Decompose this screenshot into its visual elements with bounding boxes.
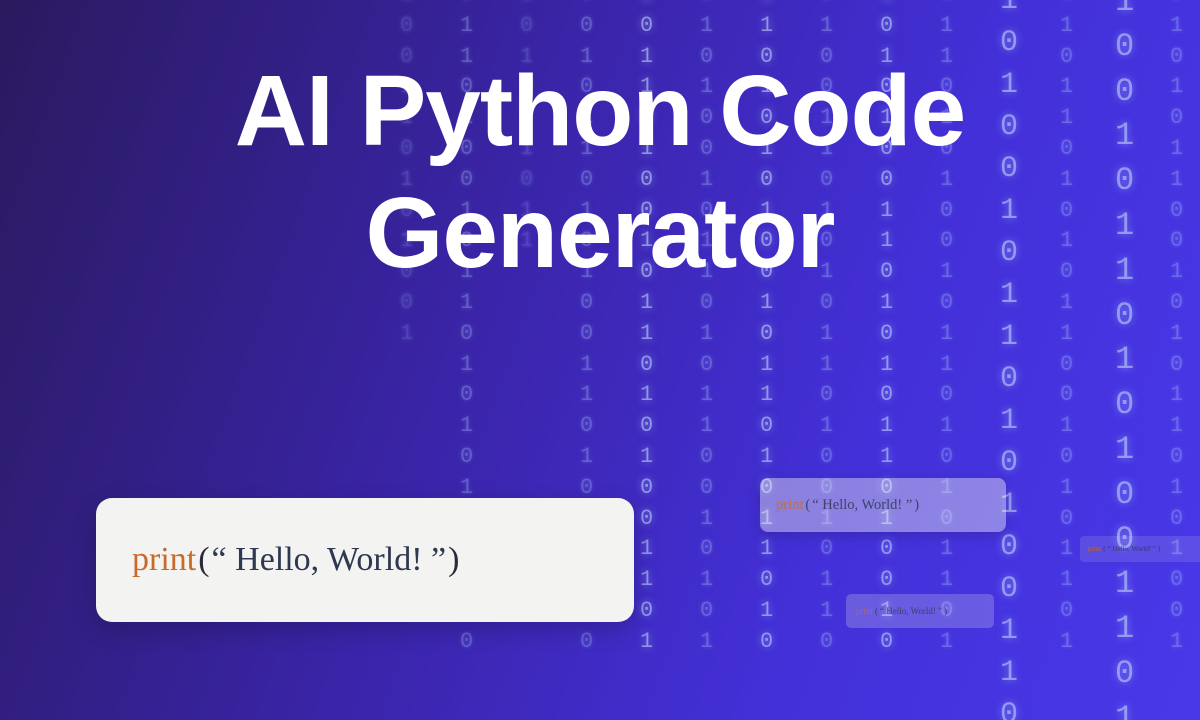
code-snippet-card-quaternary: print ( “ Hello, World! ” ) [1080, 536, 1200, 562]
code-string: “ Hello, World! ” [812, 497, 912, 514]
code-keyword: print [856, 606, 873, 616]
code-snippet-card-tertiary: print ( “ Hello, World! ” ) [846, 594, 994, 628]
hero-title-line-1: AI Python Code [235, 55, 965, 167]
code-string: “ Hello, World! ” [1108, 545, 1156, 553]
code-open-paren: ( [196, 541, 211, 579]
hero-title: AI Python Code Generator [0, 50, 1200, 294]
code-keyword: print [132, 541, 196, 579]
hero-title-line-2: Generator [366, 177, 835, 289]
code-close-paren: ) [912, 497, 921, 514]
code-open-paren: ( [803, 497, 812, 514]
code-close-paren: ) [1156, 545, 1162, 553]
code-open-paren: ( [873, 606, 880, 616]
code-keyword: print [1088, 545, 1101, 553]
code-string: “ Hello, World! ” [212, 541, 447, 579]
code-close-paren: ) [942, 606, 949, 616]
code-keyword: print [776, 497, 803, 514]
code-snippet-card-secondary: print ( “ Hello, World! ” ) [760, 478, 1006, 532]
code-snippet-card-primary: print ( “ Hello, World! ” ) [96, 498, 634, 622]
code-close-paren: ) [446, 541, 461, 579]
code-string: “ Hello, World! ” [880, 606, 942, 616]
